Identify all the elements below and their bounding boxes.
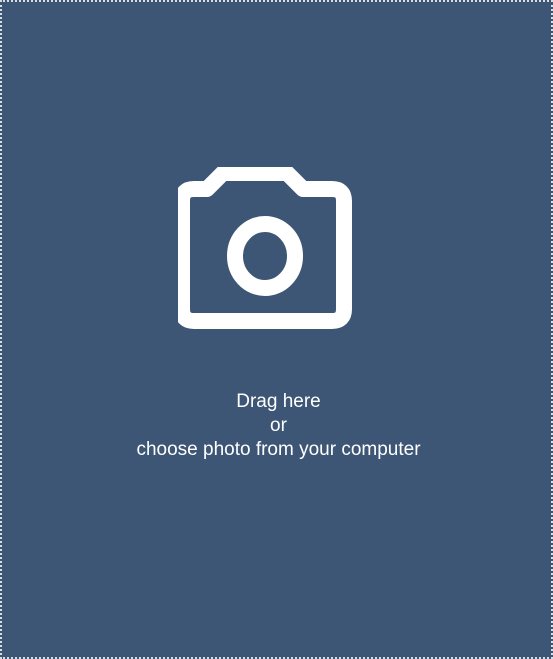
or-text: or [270,415,287,436]
photo-dropzone[interactable]: Drag here or choose photo from your comp… [0,0,553,659]
upload-instructions: Drag here or choose photo from your comp… [2,390,553,462]
choose-photo-link[interactable]: choose photo from your computer [2,438,553,462]
drag-here-text: Drag here [236,391,321,412]
camera-icon [178,167,354,333]
